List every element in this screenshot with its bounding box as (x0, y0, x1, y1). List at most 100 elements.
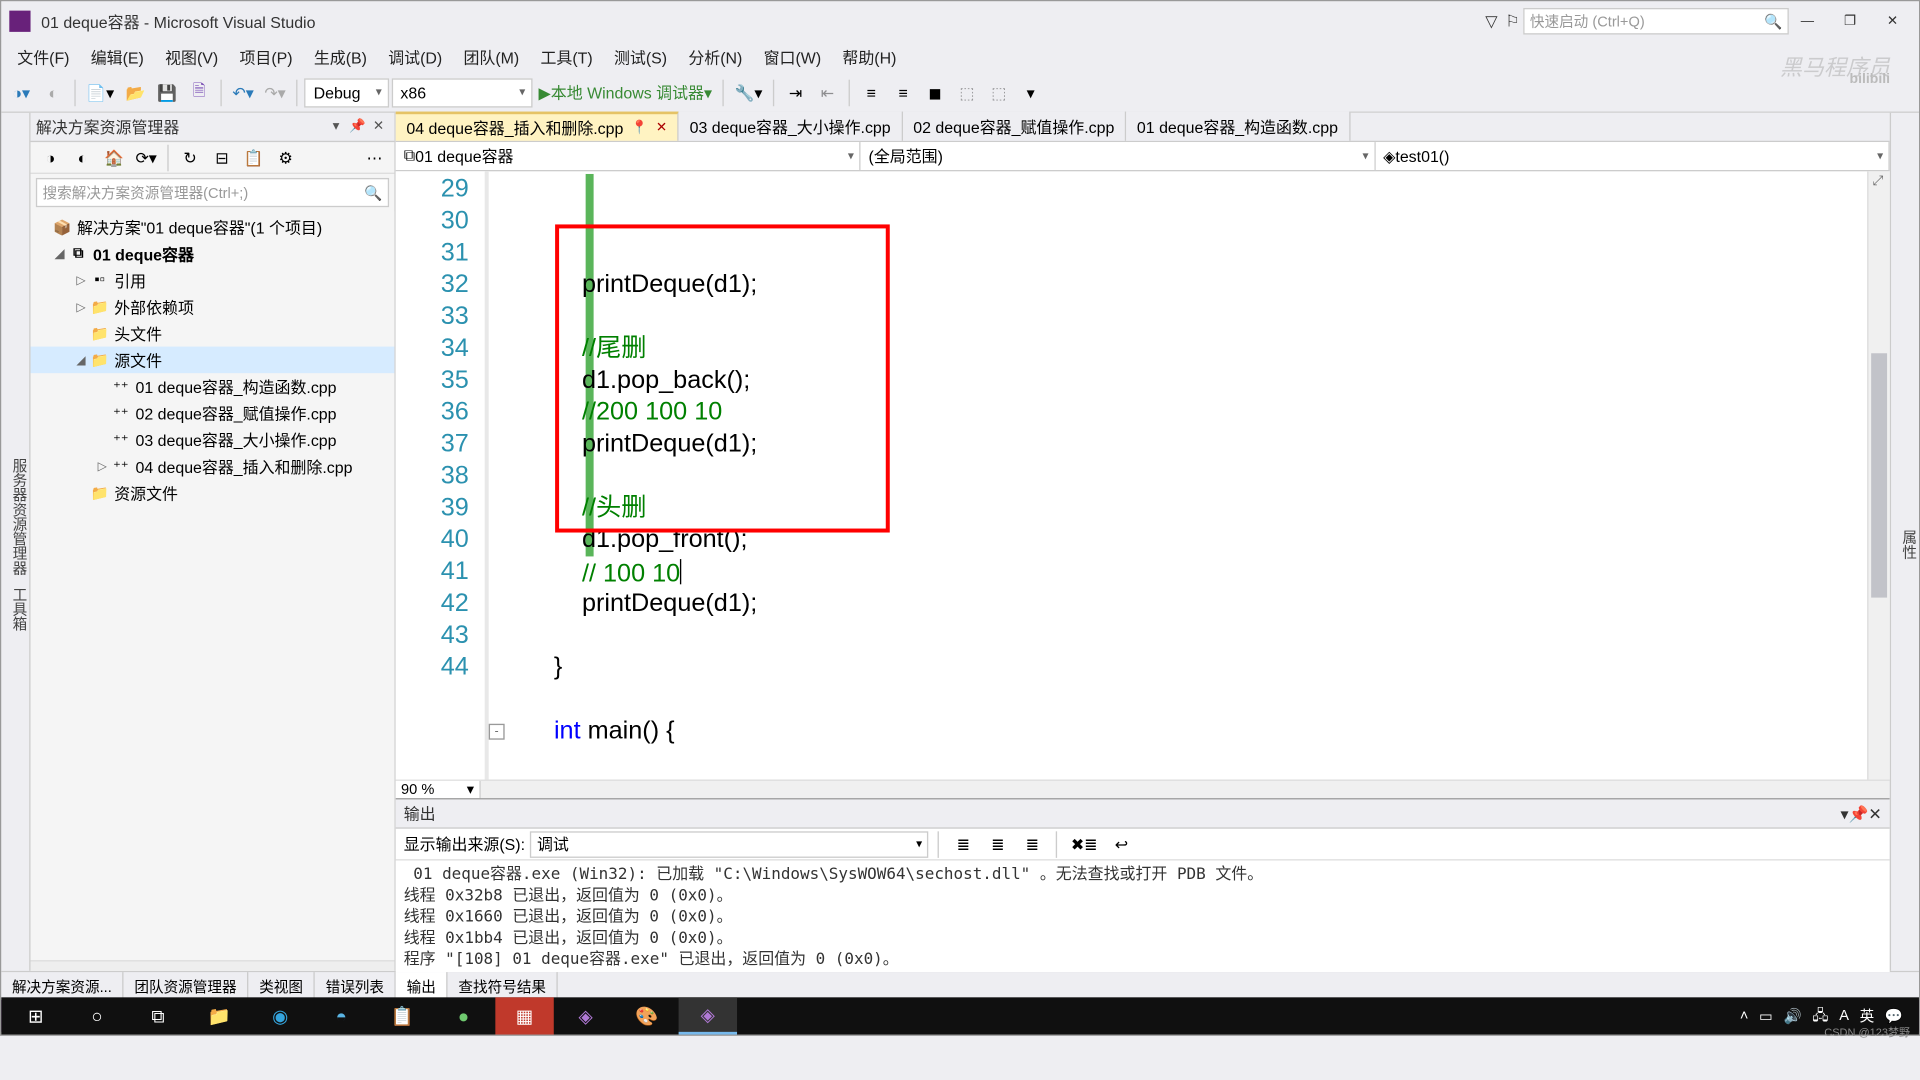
tab-close-icon[interactable]: ✕ (656, 120, 667, 135)
menu-item[interactable]: 项目(P) (229, 42, 303, 73)
more-icon[interactable]: ▾ (1016, 78, 1045, 107)
menu-item[interactable]: 窗口(W) (753, 42, 832, 73)
zoom-select[interactable]: 90 %▾ (396, 781, 481, 798)
toolbox-tab[interactable]: 工具箱 (11, 587, 27, 631)
source-file[interactable]: ▷⁺⁺04 deque容器_插入和删除.cpp (31, 453, 395, 480)
quick-launch-input[interactable]: 快速启动 (Ctrl+Q) 🔍 (1523, 8, 1789, 35)
external-node[interactable]: ▷📁外部依赖项 (31, 293, 395, 320)
tray-screen-icon[interactable]: ▭ (1759, 1007, 1773, 1024)
vertical-scrollbar[interactable]: ⤢ (1867, 171, 1890, 779)
cortana-button[interactable]: ○ (68, 997, 126, 1034)
vs-icon[interactable]: ◈ (556, 997, 614, 1034)
tray-sound-icon[interactable]: 🔊 (1783, 1007, 1801, 1024)
nav-func-select[interactable]: (全局范围) (861, 142, 1376, 170)
wrap-icon[interactable]: ↩ (1107, 829, 1136, 858)
comment-icon[interactable]: ⬚ (952, 78, 981, 107)
output-source-select[interactable]: 调试 (530, 831, 928, 858)
indent-icon[interactable]: ≡ (857, 78, 886, 107)
solution-node[interactable]: 📦解决方案"01 deque容器"(1 个项目) (31, 214, 395, 241)
pin-icon[interactable]: 📌 (347, 120, 368, 135)
properties-icon[interactable]: ⚙ (271, 143, 300, 172)
showall-icon[interactable]: 📋 (239, 143, 268, 172)
references-node[interactable]: ▷▪▫引用 (31, 267, 395, 294)
step-icon[interactable]: ⇥ (781, 78, 810, 107)
notify-icon[interactable]: ⚐ (1502, 11, 1523, 32)
output-text[interactable]: 01 deque容器.exe (Win32): 已加载 "C:\Windows\… (396, 861, 1890, 973)
config-select[interactable]: Debug (304, 78, 388, 107)
bottab-team[interactable]: 团队资源管理器 (124, 972, 249, 1000)
new-button[interactable]: 📄▾ (82, 78, 118, 107)
bottab-find[interactable]: 查找符号结果 (448, 972, 558, 1000)
taskview-button[interactable]: ⧉ (129, 997, 187, 1034)
menu-item[interactable]: 视图(V) (154, 42, 228, 73)
scrollbar-h[interactable] (31, 960, 395, 971)
bottab-solexp[interactable]: 解决方案资源... (1, 972, 123, 1000)
tray-notif-icon[interactable]: 💬 (1885, 1007, 1903, 1024)
app-icon-2[interactable]: ◓ (312, 997, 370, 1034)
collapse-all-icon[interactable]: ⊟ (207, 143, 236, 172)
source-file[interactable]: ⁺⁺01 deque容器_构造函数.cpp (31, 373, 395, 400)
nav-scope-select[interactable]: ⧉ 01 deque容器 (396, 142, 861, 170)
app-icon-3[interactable]: 📋 (373, 997, 431, 1034)
start-debug-button[interactable]: ▶ 本地 Windows 调试器 ▾ (535, 78, 716, 107)
tray-b-icon[interactable]: 英 (1860, 1005, 1875, 1026)
app-icon-5[interactable]: ▦ (495, 997, 553, 1034)
app-icon-1[interactable]: ◉ (251, 997, 309, 1034)
menu-item[interactable]: 团队(M) (453, 42, 530, 73)
back-button[interactable]: ◑▾ (7, 78, 36, 107)
tray-a-icon[interactable]: A (1839, 1008, 1849, 1024)
pin-icon[interactable]: 📌 (1849, 804, 1869, 823)
out-btn-1[interactable]: ≣ (949, 829, 978, 858)
sync-icon[interactable]: ⟳▾ (131, 143, 160, 172)
clear-icon[interactable]: ✖≣ (1067, 829, 1102, 858)
out-btn-3[interactable]: ≣ (1018, 829, 1047, 858)
editor-tab[interactable]: 01 deque容器_构造函数.cpp (1126, 112, 1350, 141)
home-icon[interactable]: 🏠 (100, 143, 129, 172)
system-tray[interactable]: ˄ ▭ 🔊 🖧 A 英 💬 (1740, 1003, 1914, 1028)
tray-up-icon[interactable]: ˄ (1740, 1008, 1749, 1024)
menu-item[interactable]: 工具(T) (530, 42, 603, 73)
tool-btn-1[interactable]: 🔧▾ (731, 78, 767, 107)
menu-item[interactable]: 测试(S) (603, 42, 677, 73)
sol-fwd-icon[interactable]: ◐ (68, 143, 97, 172)
menu-item[interactable]: 文件(F) (7, 42, 80, 73)
panel-dropdown-icon[interactable]: ▾ (1841, 804, 1849, 823)
minimize-button[interactable]: — (1789, 8, 1826, 35)
vs-running-icon[interactable]: ◈ (679, 997, 737, 1034)
tray-net-icon[interactable]: 🖧 (1812, 1003, 1828, 1028)
redo-button[interactable]: ↷▾ (260, 78, 289, 107)
panel-close-icon[interactable]: ✕ (1868, 804, 1881, 823)
app-icon-4[interactable]: ● (434, 997, 492, 1034)
undo-button[interactable]: ↶▾ (228, 78, 257, 107)
paint-icon[interactable]: 🎨 (618, 997, 676, 1034)
resources-node[interactable]: 📁资源文件 (31, 479, 395, 506)
editor-tab[interactable]: 04 deque容器_插入和删除.cpp 📍✕ (396, 112, 679, 141)
saveall-button[interactable]: 🗎 (185, 78, 214, 107)
properties-tab[interactable]: 属性 (1900, 530, 1916, 559)
bookmark-icon[interactable]: ◼ (920, 78, 949, 107)
close-button[interactable]: ✕ (1874, 8, 1911, 35)
menu-item[interactable]: 生成(B) (303, 42, 377, 73)
right-dock[interactable]: 属性 (1890, 113, 1919, 971)
solution-search-input[interactable]: 搜索解决方案资源管理器(Ctrl+;) 🔍 (36, 178, 389, 207)
outdent-icon[interactable]: ≡ (889, 78, 918, 107)
pin-icon[interactable]: 📍 (631, 120, 648, 135)
left-dock[interactable]: 服务器资源管理器 工具箱 (1, 113, 30, 971)
menu-item[interactable]: 编辑(E) (80, 42, 154, 73)
panel-dropdown-icon[interactable]: ▾ (325, 120, 346, 135)
forward-button[interactable]: ◐ (39, 78, 68, 107)
start-button[interactable]: ⊞ (7, 997, 65, 1034)
editor-tab[interactable]: 03 deque容器_大小操作.cpp (679, 112, 903, 141)
bottab-errors[interactable]: 错误列表 (315, 972, 396, 1000)
code-area[interactable]: printDeque(d1); //尾删 d1.pop_back(); //20… (489, 171, 1867, 779)
filter-icon[interactable]: ▽ (1481, 11, 1502, 32)
uncomment-icon[interactable]: ⬚ (984, 78, 1013, 107)
bottab-output[interactable]: 输出 (396, 972, 448, 1000)
horizontal-scrollbar[interactable] (481, 781, 1890, 798)
bottab-class[interactable]: 类视图 (249, 972, 315, 1000)
headers-node[interactable]: 📁头文件 (31, 320, 395, 347)
menu-item[interactable]: 调试(D) (378, 42, 453, 73)
restore-button[interactable]: ❐ (1831, 8, 1868, 35)
explorer-icon[interactable]: 📁 (190, 997, 248, 1034)
refresh-icon[interactable]: ↻ (175, 143, 204, 172)
